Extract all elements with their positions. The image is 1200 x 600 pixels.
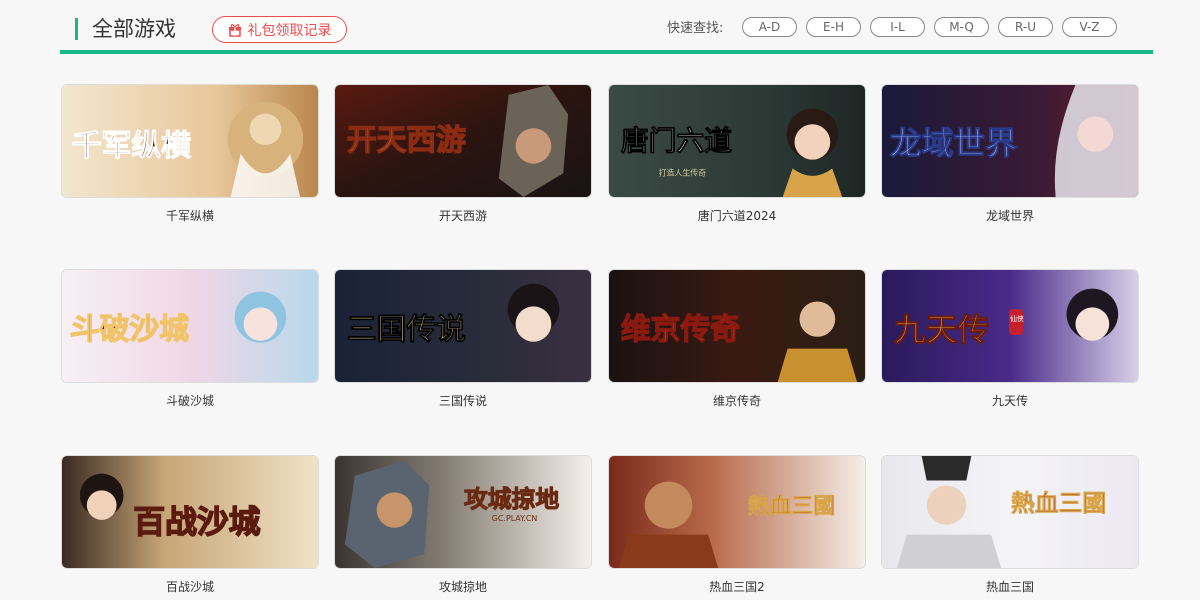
game-title: 三国传说: [438, 394, 487, 408]
quick-range-r-u[interactable]: R-U: [998, 17, 1053, 37]
game-card[interactable]: 斗破沙城 斗破沙城: [61, 269, 319, 409]
game-logo-text: 百战沙城: [133, 504, 260, 541]
quick-range-e-h[interactable]: E-H: [806, 17, 861, 37]
game-banner: 熱血三國: [608, 455, 866, 569]
game-logo-text: 开天西游: [347, 122, 466, 157]
gift-record-label: 礼包领取记录: [247, 22, 332, 39]
quick-search-label: 快速查找:: [667, 21, 724, 36]
game-card[interactable]: 唐门六道 打造人生传奇 唐门六道2024: [608, 84, 866, 224]
game-logo-text: 唐门六道: [621, 124, 732, 157]
game-banner: 千军纵横: [61, 84, 319, 198]
game-card[interactable]: 三国传说 三国传说: [334, 269, 592, 409]
page-header: 全部游戏 礼包领取记录 快速查找: A-D E-H I-L M-Q R-U V-…: [60, 0, 1153, 56]
game-title: 九天传: [991, 394, 1028, 408]
game-logo-text: 龙域世界: [890, 125, 1017, 162]
game-banner: 三国传说: [334, 269, 592, 383]
game-logo-badge: 仙侠: [1010, 314, 1024, 323]
game-card[interactable]: 熱血三國 热血三国2: [608, 455, 866, 595]
game-banner: 龙域世界: [881, 84, 1139, 198]
game-banner: 熱血三國: [881, 455, 1139, 569]
game-card[interactable]: 攻城掠地 GC.PLAY.CN 攻城掠地: [334, 455, 592, 595]
game-banner: 斗破沙城: [61, 269, 319, 383]
game-title: 龙域世界: [985, 209, 1034, 223]
game-logo-text: 斗破沙城: [70, 311, 189, 346]
game-logo-text: 千军纵横: [72, 128, 191, 163]
game-logo-text: 熱血三國: [748, 493, 835, 519]
gift-record-button[interactable]: 礼包领取记录: [212, 16, 347, 43]
game-title: 百战沙城: [165, 580, 214, 594]
quick-range-i-l[interactable]: I-L: [870, 17, 925, 37]
game-title: 斗破沙城: [165, 394, 214, 408]
game-card[interactable]: 熱血三國 热血三国: [881, 455, 1139, 595]
game-card[interactable]: 龙域世界 龙域世界: [881, 84, 1139, 224]
game-title: 唐门六道2024: [697, 209, 777, 223]
quick-range-m-q[interactable]: M-Q: [934, 17, 989, 37]
title-accent-bar: [75, 18, 78, 40]
quick-range-v-z[interactable]: V-Z: [1062, 17, 1117, 37]
game-banner: 维京传奇: [608, 269, 866, 383]
game-card[interactable]: 九天传 仙侠 九天传: [881, 269, 1139, 409]
game-logo-text: 三国传说: [347, 311, 466, 346]
game-logo-text: 九天传: [894, 312, 989, 349]
page-title: 全部游戏: [92, 17, 176, 41]
game-banner: 九天传 仙侠: [881, 269, 1139, 383]
game-logo-text: 熱血三國: [1011, 489, 1106, 517]
game-card[interactable]: 千军纵横 千军纵横: [61, 84, 319, 224]
game-banner: 开天西游: [334, 84, 592, 198]
game-title: 维京传奇: [712, 394, 761, 408]
game-card[interactable]: 开天西游 开天西游: [334, 84, 592, 224]
game-logo-text: 维京传奇: [621, 311, 740, 346]
quick-range-a-d[interactable]: A-D: [742, 17, 797, 37]
game-title: 热血三国2: [709, 580, 765, 594]
game-card[interactable]: 维京传奇 维京传奇: [608, 269, 866, 409]
game-banner: 百战沙城: [61, 455, 319, 569]
game-logo-subtext: 打造人生传奇: [659, 167, 707, 177]
game-card[interactable]: 百战沙城 百战沙城: [61, 455, 319, 595]
game-logo-text: 攻城掠地: [464, 485, 560, 513]
game-title: 开天西游: [438, 209, 487, 223]
game-title: 攻城掠地: [438, 580, 487, 594]
game-logo-subtext: GC.PLAY.CN: [492, 514, 538, 523]
game-title: 千军纵横: [165, 209, 214, 223]
header-divider: [60, 50, 1153, 54]
gift-icon: [228, 23, 241, 37]
quick-search-list: A-D E-H I-L M-Q R-U V-Z: [742, 17, 1117, 37]
game-title: 热血三国: [985, 580, 1034, 594]
game-banner: 唐门六道 打造人生传奇: [608, 84, 866, 198]
game-banner: 攻城掠地 GC.PLAY.CN: [334, 455, 592, 569]
